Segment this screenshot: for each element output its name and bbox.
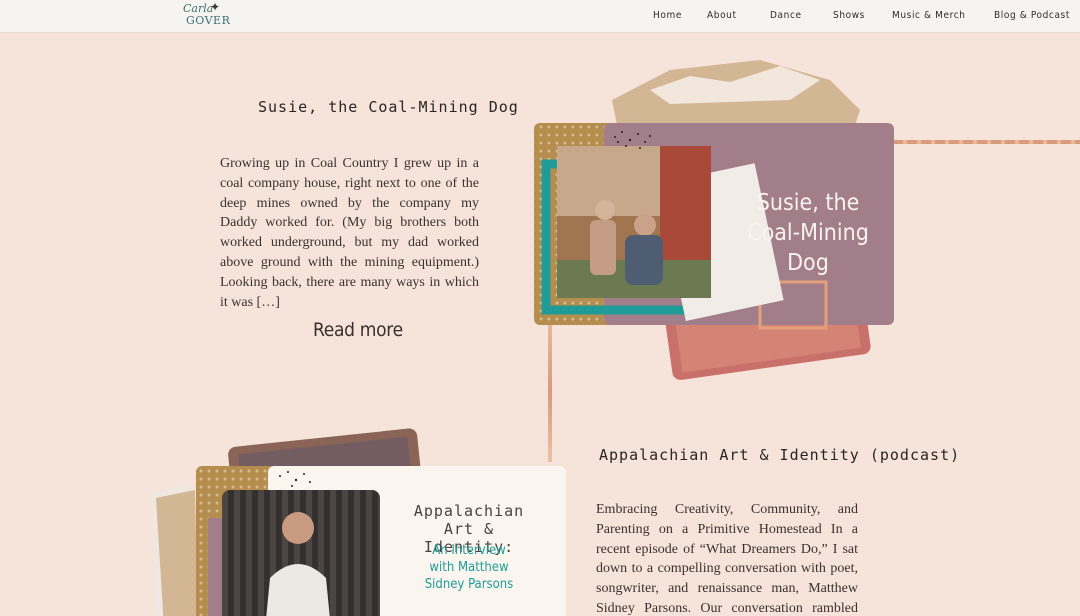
featured-image-title: Susie, the Coal-Mining Dog xyxy=(747,190,869,276)
site-header: Carla GOVER ✦ Home About Dance Shows Mus… xyxy=(0,0,1080,33)
post-title[interactable]: Susie, the Coal-Mining Dog xyxy=(258,98,519,116)
main-nav: Home About Dance Shows Music & Merch Blo… xyxy=(0,10,1080,24)
post-title[interactable]: Appalachian Art & Identity (podcast) xyxy=(599,446,960,464)
read-more-link[interactable]: Read more xyxy=(313,319,403,341)
nav-shows[interactable]: Shows xyxy=(833,10,865,21)
nav-home[interactable]: Home xyxy=(653,10,682,21)
nav-dance[interactable]: Dance xyxy=(770,10,802,21)
nav-music-merch[interactable]: Music & Merch xyxy=(892,10,966,21)
nav-about[interactable]: About xyxy=(707,10,737,21)
nav-blog-podcast[interactable]: Blog & Podcast xyxy=(994,10,1070,21)
post-excerpt: Embracing Creativity, Community, and Par… xyxy=(596,502,858,616)
post-featured-image[interactable]: Susie, the Coal-Mining Dog xyxy=(530,60,1080,390)
featured-image-subtitle: An Interview with Matthew Sidney Parsons xyxy=(424,543,514,592)
post-excerpt: Growing up in Coal Country I grew up in … xyxy=(220,156,479,310)
post-featured-image[interactable]: Appalachian Art & Identity: An Interview… xyxy=(150,428,570,616)
